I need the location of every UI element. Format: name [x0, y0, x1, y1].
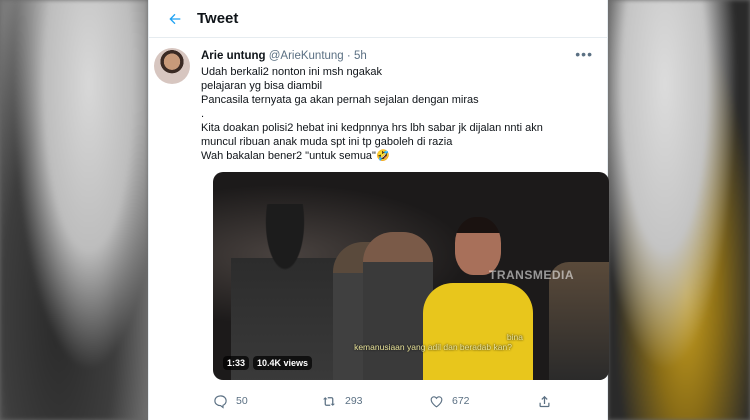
- backdrop-left: [0, 0, 148, 420]
- video-player[interactable]: TRANSMEDIA bina kemanusiaan yang adil da…: [213, 172, 609, 380]
- meta-separator: ·: [346, 50, 351, 62]
- like-count: 672: [452, 395, 470, 407]
- reply-count: 50: [236, 395, 248, 407]
- tweet-actions: 50 293 672: [213, 390, 595, 412]
- tweet-panel: Tweet ••• Arie untung @ArieKuntung · 5h …: [148, 0, 609, 420]
- retweet-icon: [323, 396, 335, 406]
- video-figure: [423, 217, 533, 380]
- heart-icon: [430, 395, 443, 407]
- tweet-line: .: [201, 108, 205, 120]
- tweet-text: Udah berkali2 nonton ini msh ngakak pela…: [201, 65, 595, 163]
- tweet-line: muncul ribuan anak muda spt ini tp gabol…: [201, 136, 453, 148]
- arrow-left-icon: [169, 13, 181, 24]
- tweet-line: Wah bakalan bener2 "untuk semua"🤣: [201, 150, 390, 162]
- more-options-icon[interactable]: •••: [575, 46, 593, 62]
- reply-button[interactable]: 50: [213, 394, 321, 409]
- share-icon: [539, 395, 550, 407]
- backdrop-right: [608, 0, 750, 420]
- video-views: 10.4K views: [253, 356, 313, 370]
- video-figure-head: [455, 217, 501, 275]
- like-button[interactable]: 672: [429, 394, 537, 409]
- retweet-button[interactable]: 293: [321, 394, 429, 409]
- tweet: ••• Arie untung @ArieKuntung · 5h Udah b…: [149, 38, 609, 412]
- video-subtitle: bina kemanusiaan yang adil dan beradab k…: [313, 332, 553, 352]
- video-badges: 1:33 10.4K views: [223, 356, 313, 370]
- tweet-line: Pancasila ternyata ga akan pernah sejala…: [201, 94, 479, 106]
- retweet-count: 293: [345, 395, 363, 407]
- share-button[interactable]: [537, 394, 560, 409]
- tweet-line: pelajaran yg bisa diambil: [201, 80, 323, 92]
- tweet-meta: Arie untung @ArieKuntung · 5h: [201, 46, 595, 64]
- author-handle[interactable]: @ArieKuntung: [269, 50, 344, 62]
- tweet-line: Kita doakan polisi2 hebat ini kedpnnya h…: [201, 122, 543, 134]
- avatar[interactable]: [154, 48, 190, 84]
- video-watermark: TRANSMEDIA: [489, 268, 574, 282]
- tweet-time[interactable]: 5h: [354, 50, 367, 62]
- author-name[interactable]: Arie untung: [201, 50, 266, 62]
- tweet-line: Udah berkali2 nonton ini msh ngakak: [201, 66, 383, 78]
- reply-icon: [214, 394, 227, 409]
- tweet-content: Arie untung @ArieKuntung · 5h Udah berka…: [201, 46, 595, 163]
- header: Tweet: [149, 0, 607, 38]
- video-duration: 1:33: [223, 356, 250, 370]
- page-title: Tweet: [197, 10, 239, 27]
- back-button[interactable]: [159, 3, 191, 35]
- subtitle-line: kemanusiaan yang adil dan beradab kan?: [354, 342, 512, 352]
- subtitle-line: bina: [506, 332, 523, 342]
